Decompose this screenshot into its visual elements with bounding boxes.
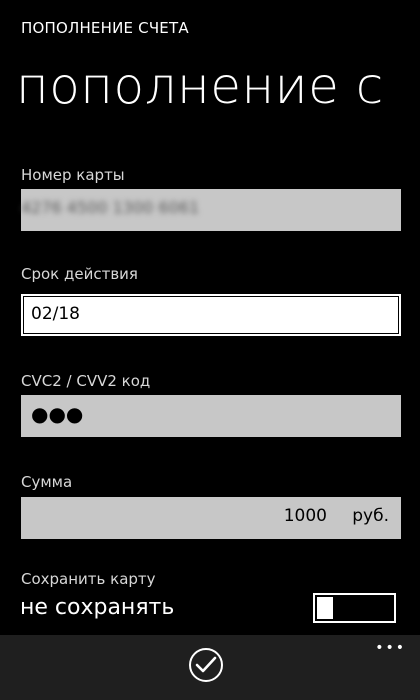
toggle-thumb[interactable] [317,597,333,619]
app-bar: ••• [0,635,420,700]
amount-value: 1000 [283,506,327,526]
more-options-button[interactable]: ••• [375,641,406,655]
expiry-field[interactable]: 02/18 [21,294,401,336]
confirm-button[interactable] [189,648,223,682]
save-card-label: Сохранить карту [21,570,156,588]
cvc-label: CVC2 / CVV2 код [21,372,151,390]
cvc-masked-value: ●●● [31,402,84,426]
cvc-field[interactable]: ●●● [21,395,401,437]
page-title: пополнение с [16,57,384,115]
check-icon [195,656,217,673]
card-number-label: Номер карты [21,166,125,184]
amount-label: Сумма [21,473,73,491]
card-number-field[interactable]: 4276 4500 1300 6061 [21,189,401,231]
amount-field[interactable]: 1000 руб. [21,497,401,539]
amount-unit: руб. [352,506,389,526]
save-card-toggle[interactable] [313,593,396,623]
save-card-state: не сохранять [20,595,175,620]
app-title: ПОПОЛНЕНИЕ СЧЕТА [21,19,189,37]
card-number-value: 4276 4500 1300 6061 [21,198,200,217]
expiry-value: 02/18 [31,304,80,324]
expiry-label: Срок действия [21,265,138,283]
